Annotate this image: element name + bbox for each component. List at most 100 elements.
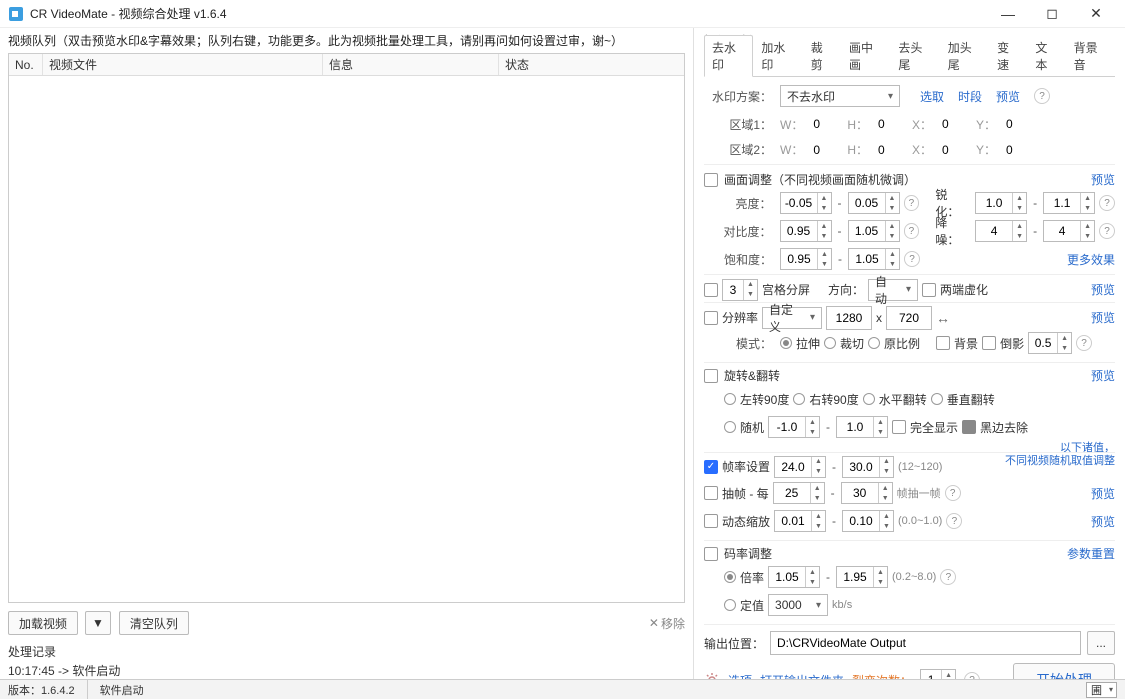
sat-lo[interactable]: ▲▼ (780, 248, 832, 270)
rotate-l90[interactable] (724, 393, 736, 405)
tab-pip[interactable]: 画中画 (841, 35, 890, 76)
adjust-preview[interactable]: 预览 (1091, 171, 1115, 188)
drop-hi[interactable]: ▲▼ (841, 482, 893, 504)
mode-stretch-radio[interactable] (780, 337, 792, 349)
noise-lo[interactable]: ▲▼ (975, 220, 1027, 242)
zone2-h[interactable] (872, 138, 908, 162)
zoom-preview[interactable]: 预览 (1091, 513, 1115, 530)
help-icon[interactable]: ? (946, 513, 962, 529)
shadow-checkbox[interactable] (982, 336, 996, 350)
contrast-hi[interactable]: ▲▼ (848, 220, 900, 242)
zone1-x[interactable] (936, 112, 972, 136)
sharp-lo[interactable]: ▲▼ (975, 192, 1027, 214)
help-icon[interactable]: ? (904, 251, 920, 267)
tab-speed[interactable]: 变速 (989, 35, 1027, 76)
blackborder-checkbox[interactable] (962, 420, 976, 434)
rotate-r90[interactable] (793, 393, 805, 405)
zone2-x[interactable] (936, 138, 972, 162)
wm-pick-link[interactable]: 选取 (920, 88, 944, 105)
rate-checkbox[interactable] (704, 547, 718, 561)
sat-hi[interactable]: ▲▼ (848, 248, 900, 270)
tab-bgm[interactable]: 背景音 (1066, 35, 1115, 76)
wm-time-link[interactable]: 时段 (958, 88, 982, 105)
browse-button[interactable]: ... (1087, 631, 1115, 655)
output-path-input[interactable] (770, 631, 1081, 655)
drop-checkbox[interactable] (704, 486, 718, 500)
bg-checkbox[interactable] (936, 336, 950, 350)
col-info[interactable]: 信息 (323, 54, 499, 75)
zoom-lo[interactable]: ▲▼ (774, 510, 826, 532)
grid-blur-checkbox[interactable] (922, 283, 936, 297)
wm-preview-link[interactable]: 预览 (996, 88, 1020, 105)
col-status[interactable]: 状态 (499, 54, 684, 75)
swap-icon[interactable]: ↔ (936, 310, 950, 326)
grid-checkbox[interactable] (704, 283, 718, 297)
contrast-lo[interactable]: ▲▼ (780, 220, 832, 242)
rand-lo[interactable]: ▲▼ (768, 416, 820, 438)
zone1-h[interactable] (872, 112, 908, 136)
res-h[interactable] (886, 306, 932, 330)
flip-h[interactable] (863, 393, 875, 405)
drop-preview[interactable]: 预览 (1091, 485, 1115, 502)
rate-fixed-select[interactable]: 3000 (768, 594, 828, 616)
mode-orig-radio[interactable] (868, 337, 880, 349)
flip-v[interactable] (931, 393, 943, 405)
help-icon[interactable]: ? (904, 195, 920, 211)
grid-preview[interactable]: 预览 (1091, 281, 1115, 298)
tab-remove-watermark[interactable]: 去水印 (704, 35, 753, 77)
table-body[interactable] (9, 76, 684, 602)
rand-hi[interactable]: ▲▼ (836, 416, 888, 438)
help-icon[interactable]: ? (964, 672, 980, 679)
fps-lo[interactable]: ▲▼ (774, 456, 826, 478)
zone2-w[interactable] (807, 138, 843, 162)
grid-val[interactable]: ▲▼ (722, 279, 758, 301)
wm-scheme-select[interactable]: 不去水印 (780, 85, 900, 107)
language-select[interactable]: 圃 (1086, 682, 1117, 698)
rotate-checkbox[interactable] (704, 369, 718, 383)
col-file[interactable]: 视频文件 (43, 54, 323, 75)
tab-crop[interactable]: 裁剪 (803, 35, 841, 76)
rotate-rand[interactable] (724, 421, 736, 433)
shadow-val[interactable]: ▲▼ (1028, 332, 1072, 354)
split-count[interactable]: ▲▼ (920, 669, 956, 679)
help-icon[interactable]: ? (904, 223, 920, 239)
minimize-button[interactable]: ― (987, 1, 1029, 27)
remove-button[interactable]: ✕ 移除 (649, 615, 685, 632)
rate-mul-lo[interactable]: ▲▼ (768, 566, 820, 588)
load-video-button[interactable]: 加载视频 (8, 611, 78, 635)
res-preset-select[interactable]: 自定义 (762, 307, 822, 329)
tab-trim-head[interactable]: 去头尾 (890, 35, 939, 76)
tab-text[interactable]: 文本 (1027, 35, 1065, 76)
res-w[interactable] (826, 306, 872, 330)
drop-lo[interactable]: ▲▼ (773, 482, 825, 504)
more-effects-link[interactable]: 更多效果 (1067, 251, 1115, 268)
rotate-preview[interactable]: 预览 (1091, 367, 1115, 384)
rate-mul-radio[interactable] (724, 571, 736, 583)
help-icon[interactable]: ? (1099, 223, 1115, 239)
bright-hi[interactable]: ▲▼ (848, 192, 900, 214)
mode-crop-radio[interactable] (824, 337, 836, 349)
help-icon[interactable]: ? (945, 485, 961, 501)
clear-queue-button[interactable]: 清空队列 (119, 611, 189, 635)
help-icon[interactable]: ? (940, 569, 956, 585)
sharp-hi[interactable]: ▲▼ (1043, 192, 1095, 214)
tab-add-tail[interactable]: 加头尾 (940, 35, 989, 76)
noise-hi[interactable]: ▲▼ (1043, 220, 1095, 242)
tab-add-watermark[interactable]: 加水印 (753, 35, 802, 76)
gear-icon[interactable] (704, 672, 720, 679)
help-icon[interactable]: ? (1076, 335, 1092, 351)
start-process-button[interactable]: 开始处理 (1013, 663, 1115, 679)
zone1-y[interactable] (1000, 112, 1036, 136)
zone1-w[interactable] (807, 112, 843, 136)
fps-checkbox[interactable] (704, 460, 718, 474)
open-output-link[interactable]: 打开输出文件夹 (760, 672, 844, 680)
maximize-button[interactable]: ◻ (1031, 1, 1073, 27)
zoom-hi[interactable]: ▲▼ (842, 510, 894, 532)
res-preview[interactable]: 预览 (1091, 309, 1115, 326)
rate-mul-hi[interactable]: ▲▼ (836, 566, 888, 588)
adjust-checkbox[interactable] (704, 173, 718, 187)
res-checkbox[interactable] (704, 311, 718, 325)
rate-fixed-radio[interactable] (724, 599, 736, 611)
reset-link[interactable]: 参数重置 (1067, 545, 1115, 562)
showall-checkbox[interactable] (892, 420, 906, 434)
